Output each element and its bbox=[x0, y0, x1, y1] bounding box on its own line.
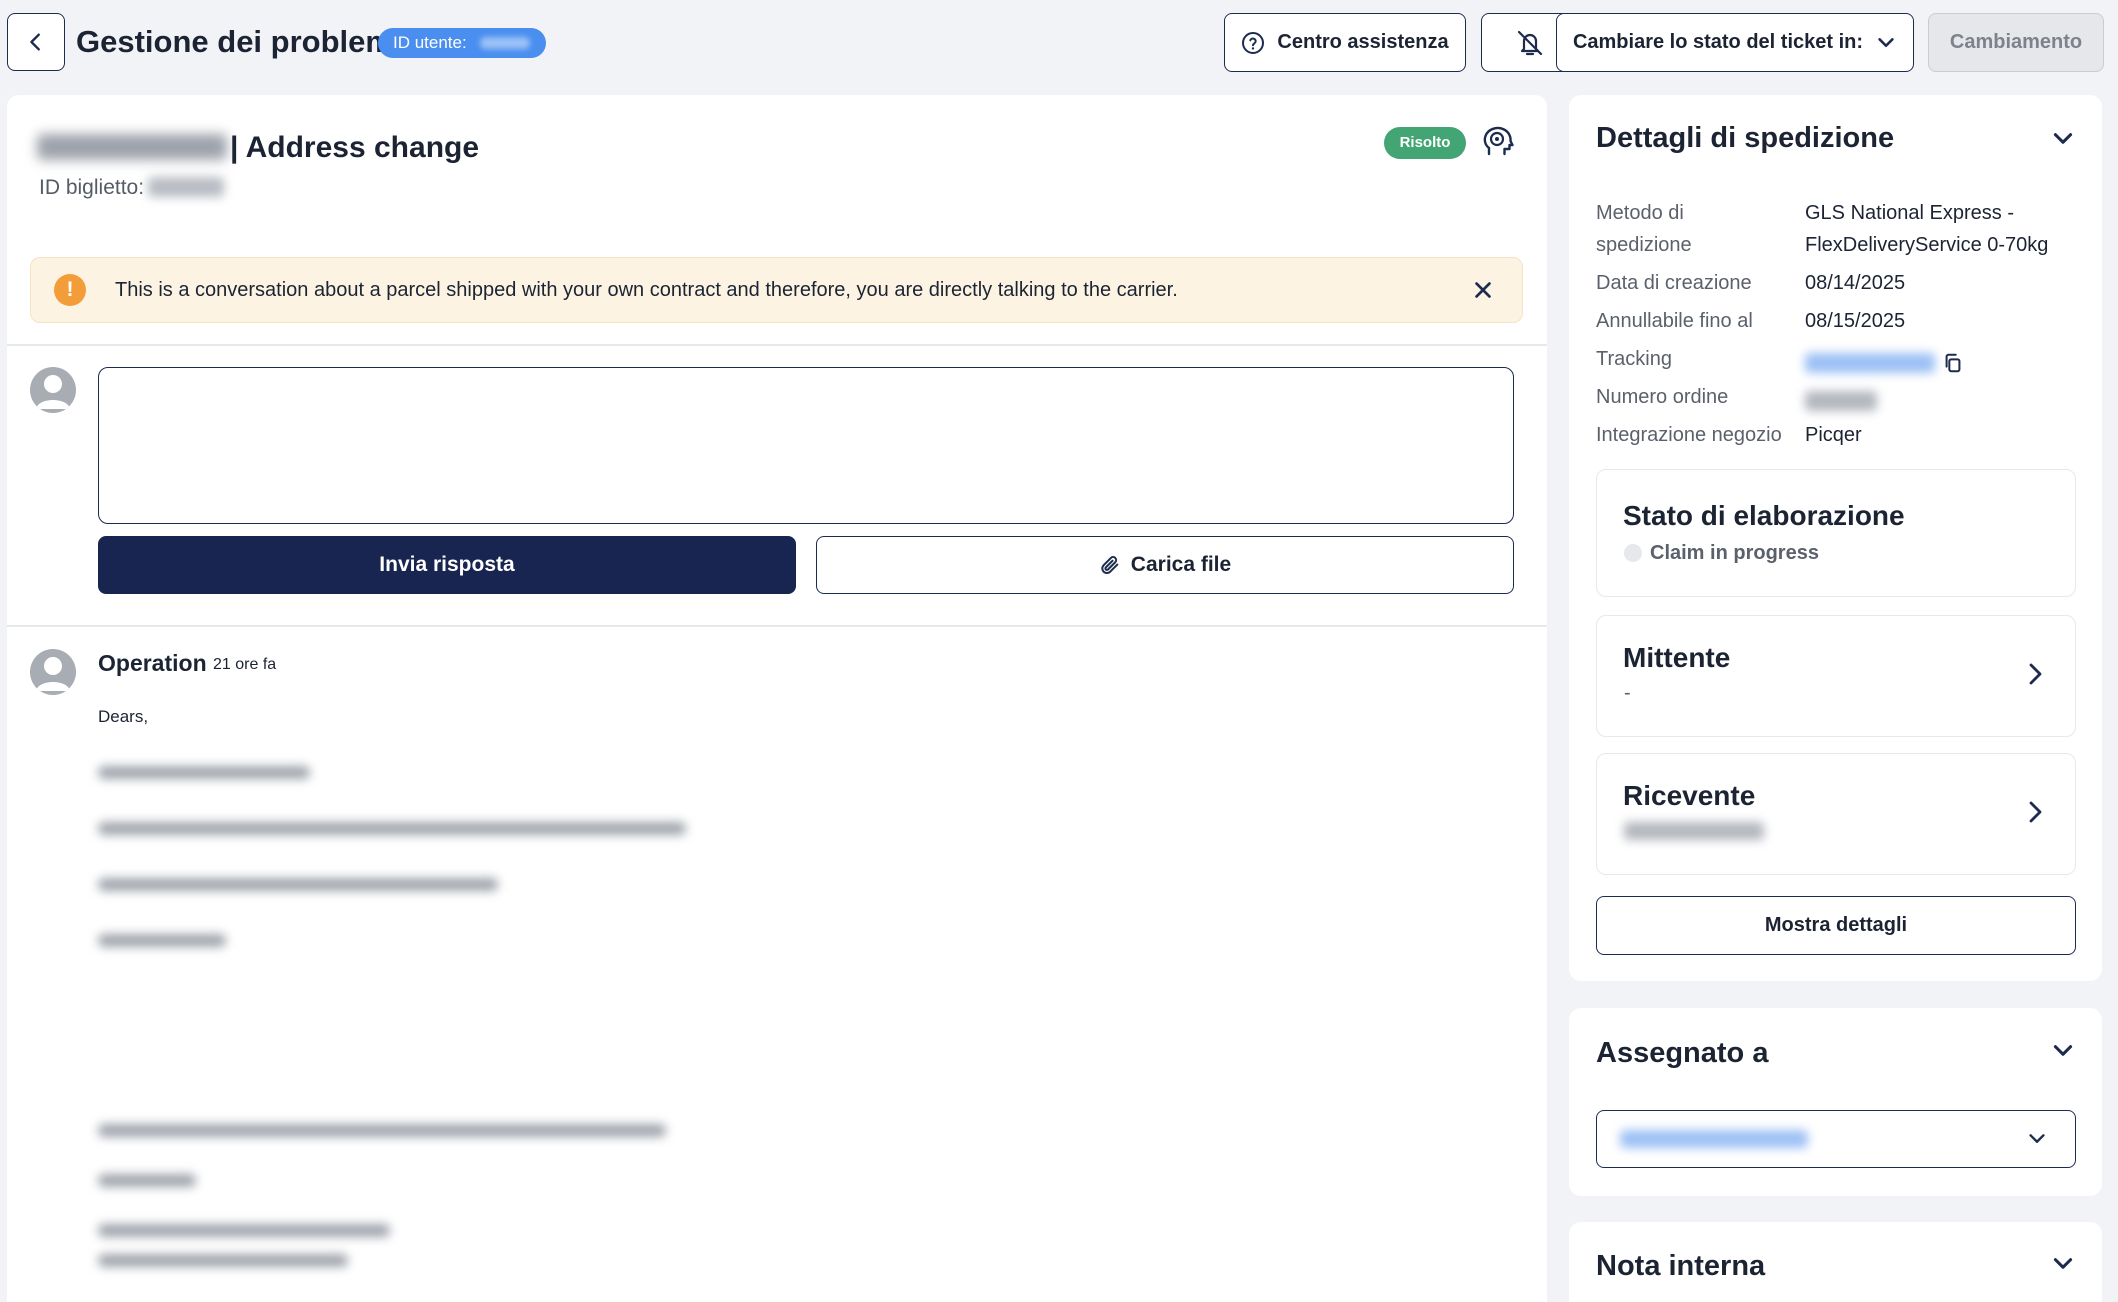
chevron-down-icon[interactable] bbox=[2050, 1251, 2076, 1277]
copy-icon[interactable] bbox=[1942, 352, 1964, 374]
message-text-redacted bbox=[98, 822, 686, 835]
agent-head-icon[interactable] bbox=[1480, 124, 1516, 160]
paperclip-icon bbox=[1101, 556, 1119, 575]
ticket-number-redacted bbox=[37, 134, 227, 160]
tracking-number-redacted[interactable] bbox=[1805, 353, 1935, 373]
cancellable-until-label: Annullabile fino al bbox=[1596, 310, 1753, 332]
status-dot bbox=[1624, 544, 1642, 562]
upload-file-button[interactable]: Carica file bbox=[816, 536, 1514, 594]
notice-text: This is a conversation about a parcel sh… bbox=[115, 279, 1178, 301]
divider bbox=[7, 625, 1547, 627]
shipping-method-label: spedizione bbox=[1596, 234, 1692, 256]
tracking-label: Tracking bbox=[1596, 348, 1672, 370]
status-badge: Risolto bbox=[1384, 127, 1466, 159]
message-author: Operation bbox=[98, 650, 207, 676]
reply-textarea[interactable] bbox=[98, 367, 1514, 524]
sender-card[interactable] bbox=[1596, 615, 2076, 737]
upload-file-label: Carica file bbox=[1130, 553, 1232, 576]
chevron-down-icon bbox=[2026, 1128, 2048, 1150]
ticket-id-redacted bbox=[148, 177, 224, 197]
creation-date-value: 08/14/2025 bbox=[1805, 272, 1906, 294]
shop-integration-label: Integrazione negozio bbox=[1596, 424, 1782, 446]
message-text-redacted bbox=[98, 1224, 390, 1237]
receiver-value-redacted bbox=[1624, 822, 1764, 840]
exclamation-circle-icon: ! bbox=[54, 274, 86, 306]
message-time: 21 ore fa bbox=[213, 656, 277, 673]
order-number-redacted bbox=[1805, 391, 1877, 411]
sender-value: - bbox=[1624, 682, 1631, 704]
assignee-redacted bbox=[1620, 1130, 1808, 1148]
cancellable-until-value: 08/15/2025 bbox=[1805, 310, 1906, 332]
processing-status-title: Stato di elaborazione bbox=[1623, 500, 1905, 531]
processing-status-value: Claim in progress bbox=[1650, 542, 1819, 564]
question-circle-icon bbox=[1242, 31, 1265, 54]
ticket-subject: | Address change bbox=[230, 131, 480, 164]
show-details-button[interactable]: Mostra dettagli bbox=[1596, 896, 2076, 955]
internal-note-title: Nota interna bbox=[1596, 1250, 1766, 1282]
user-id-redacted bbox=[480, 37, 530, 49]
message-text-redacted bbox=[98, 766, 310, 779]
user-avatar-icon bbox=[30, 367, 76, 413]
message-text-redacted bbox=[98, 1124, 666, 1137]
page-title: Gestione dei problemi bbox=[76, 24, 402, 59]
chevron-right-icon[interactable] bbox=[2024, 660, 2046, 688]
shipping-method-label: Metodo di bbox=[1596, 202, 1684, 224]
message-text-redacted bbox=[98, 934, 226, 947]
shipping-method-value: GLS National Express - bbox=[1805, 202, 2014, 224]
chevron-left-icon bbox=[30, 33, 40, 51]
user-id-badge: ID utente: bbox=[378, 28, 546, 58]
shipping-method-value: FlexDeliveryService 0-70kg bbox=[1805, 234, 2049, 256]
order-number-label: Numero ordine bbox=[1596, 386, 1729, 408]
chevron-down-icon[interactable] bbox=[2050, 1038, 2076, 1064]
change-button[interactable]: Cambiamento bbox=[1928, 13, 2104, 72]
creation-date-label: Data di creazione bbox=[1596, 272, 1752, 294]
send-reply-button[interactable]: Invia risposta bbox=[98, 536, 796, 594]
shipment-details-title: Dettagli di spedizione bbox=[1596, 122, 1895, 154]
message-text-redacted bbox=[98, 1174, 196, 1187]
assigned-to-title: Assegnato a bbox=[1596, 1037, 1769, 1069]
chevron-down-icon bbox=[1878, 37, 1894, 47]
ticket-status-dropdown[interactable]: Cambiare lo stato del ticket in: bbox=[1556, 13, 1914, 72]
user-id-label: ID utente: bbox=[393, 33, 467, 52]
ticket-id-label: ID biglietto: bbox=[39, 176, 145, 199]
ticket-status-label: Cambiare lo stato del ticket in: bbox=[1572, 31, 1864, 53]
close-icon[interactable] bbox=[1468, 275, 1498, 305]
message-text-redacted bbox=[98, 1254, 348, 1267]
help-center-label: Centro assistenza bbox=[1277, 31, 1449, 53]
chevron-down-icon[interactable] bbox=[2050, 126, 2076, 152]
sender-title: Mittente bbox=[1623, 642, 1731, 673]
bell-off-icon bbox=[1517, 30, 1543, 55]
message-greeting: Dears, bbox=[98, 707, 149, 726]
receiver-card[interactable] bbox=[1596, 753, 2076, 875]
divider bbox=[7, 344, 1547, 346]
help-center-button[interactable]: Centro assistenza bbox=[1224, 13, 1466, 72]
user-avatar-icon bbox=[30, 649, 76, 695]
chevron-right-icon[interactable] bbox=[2024, 798, 2046, 826]
shop-integration-value: Picqer bbox=[1805, 424, 1862, 446]
receiver-title: Ricevente bbox=[1623, 780, 1756, 811]
back-button[interactable] bbox=[7, 13, 65, 71]
message-text-redacted bbox=[98, 878, 498, 891]
